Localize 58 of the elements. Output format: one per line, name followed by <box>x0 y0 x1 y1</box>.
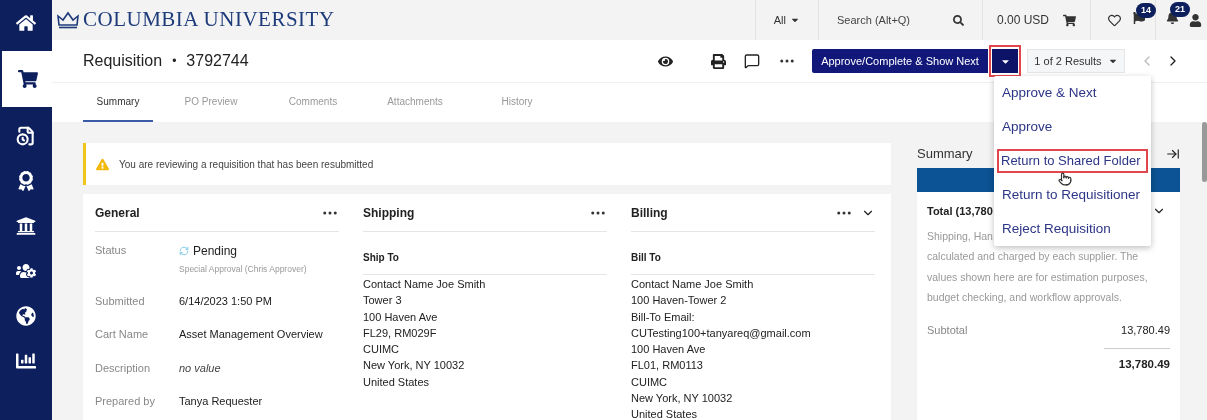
cart-total[interactable]: 0.00 USD <box>996 11 1049 29</box>
summary-note: Shipping, Han <box>927 228 993 244</box>
address-line: Tower 3 <box>363 293 403 309</box>
address-line: FL01, RM0113 <box>631 358 704 374</box>
menu-item[interactable]: Approve <box>994 110 1151 144</box>
summary-note: budget checking, and workflow approvals. <box>927 290 1122 305</box>
brand-name: COLUMBIA UNIVERSITY <box>83 6 335 34</box>
address-line: 100 Haven-Tower 2 <box>631 293 728 309</box>
results-dropdown[interactable]: 1 of 2 Results <box>1027 49 1125 73</box>
address-line: United States <box>363 374 431 390</box>
summary-note: calculated and charged by each supplier. The <box>927 249 1139 264</box>
address-line: CUIMC <box>631 374 669 390</box>
address-line: CUIMC <box>363 342 401 358</box>
address-line: Contact Name Joe Smith <box>363 277 487 292</box>
alert-message: You are reviewing a requisition that has been resubmitted <box>119 157 374 172</box>
summary-title: Summary <box>917 145 973 164</box>
search-field[interactable]: Search (Alt+Q) <box>836 11 947 29</box>
subtotal-value: 13,780.49 <box>1121 322 1170 338</box>
field-note: Special Approval (Chris Approver) <box>179 263 307 276</box>
total-label: Total (13,780 <box>927 204 993 219</box>
approve-show-next-button[interactable]: Approve/Complete & Show Next <box>812 49 988 73</box>
tab[interactable]: Summary <box>83 83 153 122</box>
menu-item[interactable]: Approve & Next <box>994 76 1151 110</box>
address-line: New York, NY 10032 <box>363 358 466 374</box>
section-title: General <box>95 205 140 222</box>
field-label: Submitted <box>95 293 146 309</box>
notification-badge: 14 <box>1136 2 1156 18</box>
field-value: Asset Management Overview <box>179 327 323 343</box>
address-line: Contact Name Joe Smith <box>631 277 755 292</box>
subsection-title: Ship To <box>363 252 399 263</box>
address-line: CUTesting100+tanyareq@gmail.com <box>631 325 812 341</box>
section-title: Shipping <box>363 205 415 222</box>
field-label: Prepared by <box>95 394 156 410</box>
subtotal-label: Subtotal <box>927 322 968 338</box>
field-value: 6/14/2023 1:50 PM <box>179 293 272 309</box>
section-title: Billing <box>631 205 668 222</box>
field-label: Description <box>95 360 152 376</box>
field-value: Tanya Requester <box>179 394 263 410</box>
address-line: New York, NY 10032 <box>631 391 734 407</box>
menu-item[interactable]: Return to Shared Folder <box>997 149 1148 173</box>
notification-badge: 21 <box>1170 2 1190 18</box>
page-title: Requisition <box>83 51 163 71</box>
menu-item[interactable]: Reject Requisition <box>994 212 1151 246</box>
summary-note: values shown here are for estimation purposes, <box>927 269 1148 285</box>
address-line: 100 Haven Ave <box>631 342 707 358</box>
title-separator: • <box>172 53 177 70</box>
field-label: Cart Name <box>95 327 150 343</box>
subsection-title: Bill To <box>631 252 661 263</box>
address-line: 100 Haven Ave <box>363 309 439 325</box>
field-value: no value <box>179 360 221 376</box>
field-label: Status <box>95 243 128 258</box>
address-line: United States <box>631 407 699 420</box>
requisition-number: 3792744 <box>186 51 249 71</box>
field-value: Pending <box>193 243 238 260</box>
total-value: 13,780.49 <box>1104 348 1170 374</box>
address-line: FL29, RM029F <box>363 325 438 341</box>
menu-item[interactable]: Return to Requisitioner <box>994 178 1151 212</box>
address-line: Bill-To Email: <box>631 309 696 325</box>
